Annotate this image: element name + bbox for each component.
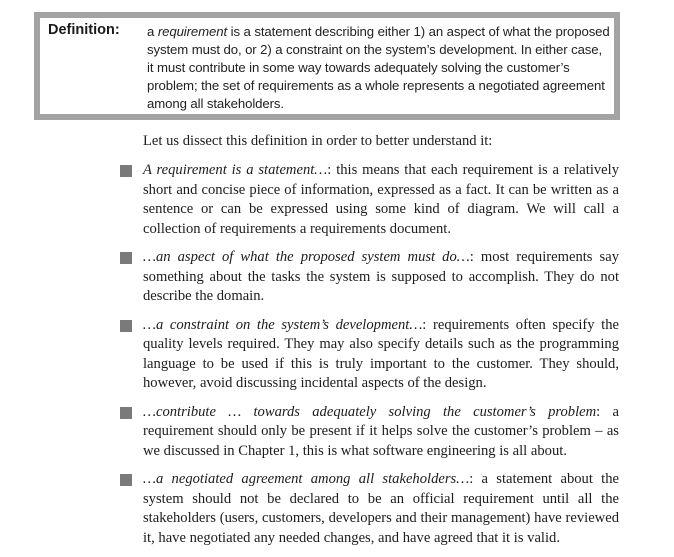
- definition-text: a requirement is a statement describing …: [147, 23, 612, 113]
- square-bullet-icon: [120, 252, 132, 264]
- list-item: A requirement is a statement…: this mean…: [120, 161, 619, 239]
- definition-box: Definition: a requirement is a statement…: [34, 12, 620, 120]
- square-bullet-icon: [120, 165, 132, 177]
- list-item: …a constraint on the system’s developmen…: [120, 316, 619, 394]
- bullet-lead: …contribute … towards adequately solving…: [143, 403, 597, 420]
- square-bullet-icon: [120, 406, 132, 419]
- bullet-lead: A requirement is a statement…: [143, 162, 328, 178]
- definition-label: Definition:: [48, 22, 120, 38]
- definition-box-inner: Definition: a requirement is a statement…: [40, 18, 614, 114]
- bullet-list: A requirement is a statement…: this mean…: [120, 161, 619, 557]
- list-item: …a negotiated agreement among all stakeh…: [120, 470, 619, 548]
- bullet-lead: …a negotiated agreement among all stakeh…: [143, 471, 470, 487]
- list-item: …an aspect of what the proposed system m…: [120, 248, 619, 307]
- bullet-lead: …an aspect of what the proposed system m…: [143, 249, 470, 265]
- intro-paragraph: Let us dissect this definition in order …: [143, 133, 493, 149]
- definition-term: requirement: [157, 24, 228, 39]
- bullet-lead: …a constraint on the system’s developmen…: [143, 316, 423, 333]
- square-bullet-icon: [120, 319, 132, 332]
- square-bullet-icon: [120, 474, 132, 486]
- list-item: …contribute … towards adequately solving…: [120, 403, 619, 462]
- definition-text-before: a: [147, 24, 158, 39]
